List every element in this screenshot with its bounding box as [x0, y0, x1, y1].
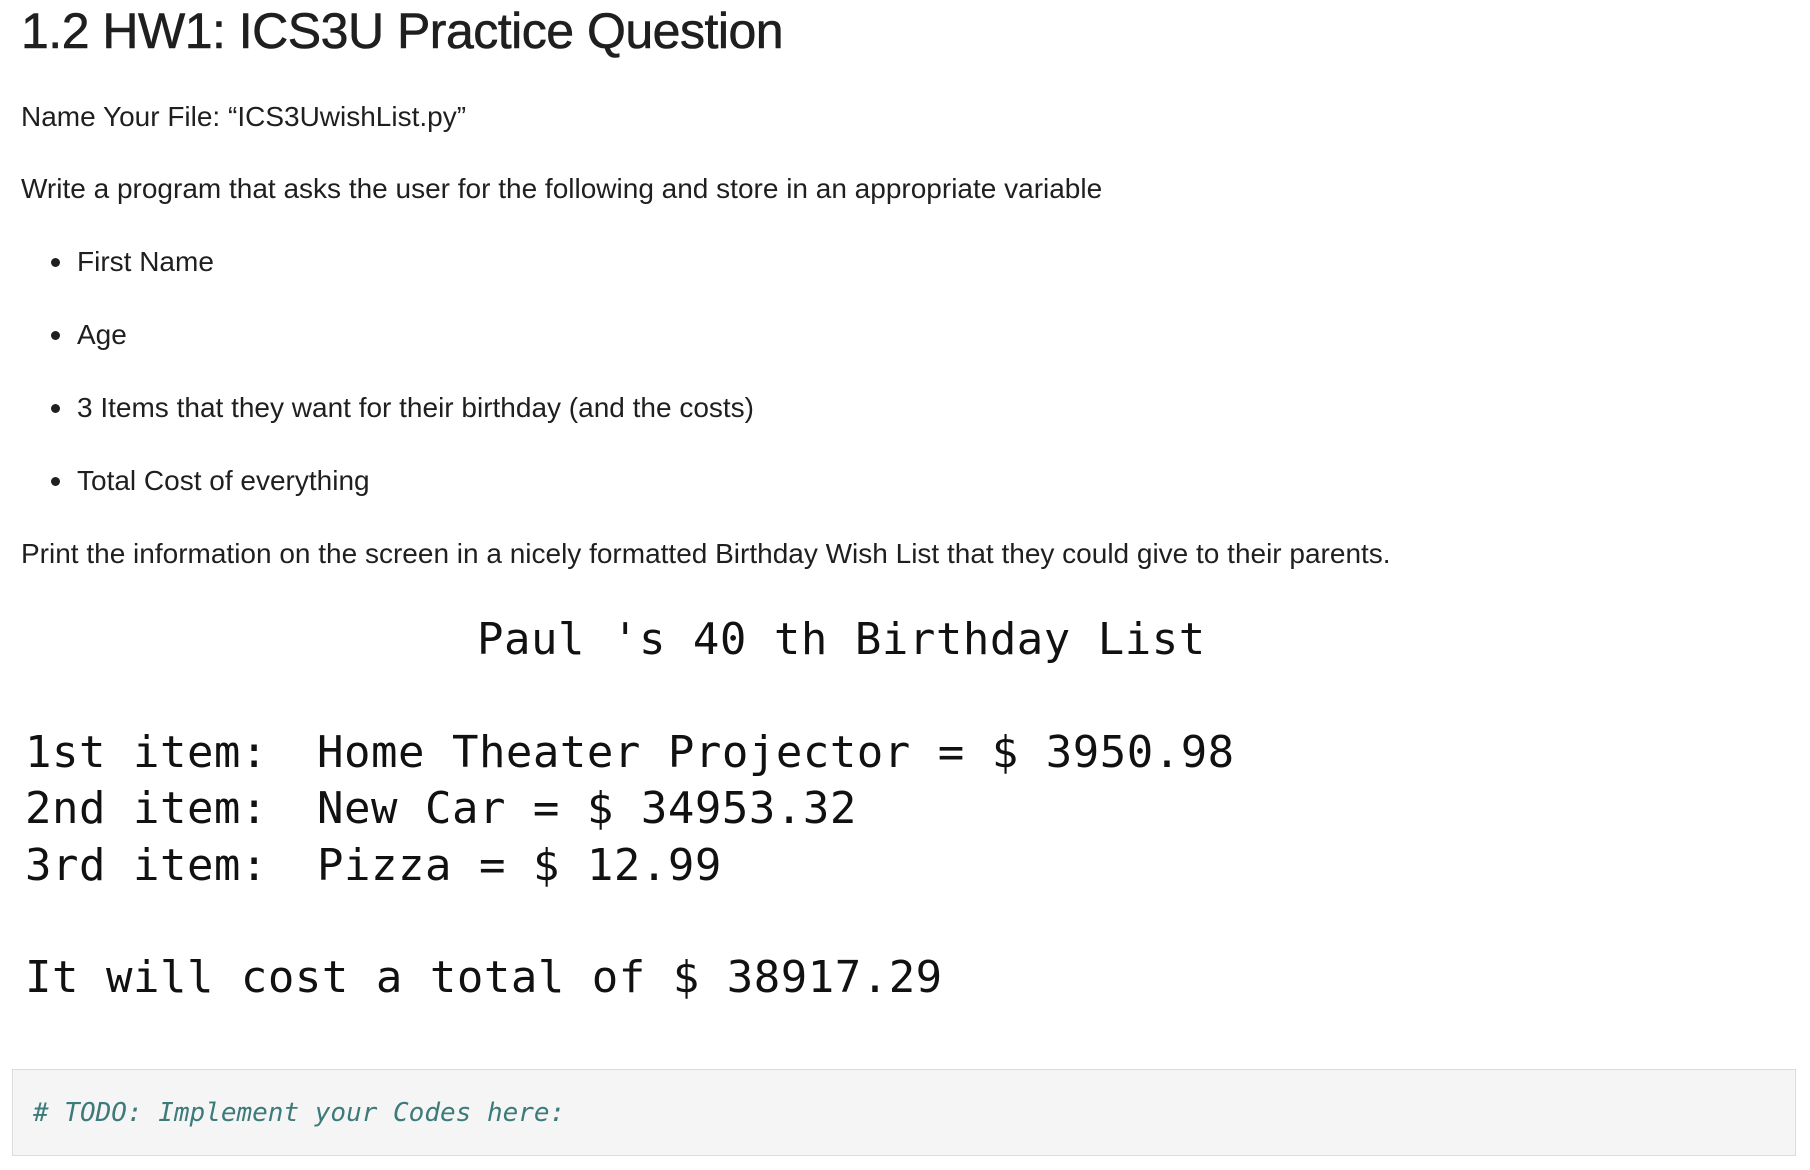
list-item-label: 3 Items that they want for their birthda… — [77, 392, 754, 423]
sample-output-heading: Paul 's 40 th Birthday List — [477, 614, 1206, 665]
list-item-label: Age — [77, 319, 127, 350]
file-name-instruction: Name Your File: “ICS3UwishList.py” — [21, 101, 467, 132]
code-comment: # TODO: Implement your Codes here: — [33, 1098, 566, 1128]
item-label: 3rd item: — [25, 840, 268, 891]
page-title: 1.2 HW1: ICS3U Practice Question — [21, 3, 784, 60]
code-cell-editor[interactable]: # TODO: Implement your Codes here: — [12, 1069, 1796, 1156]
item-value: New Car = $ 34953.32 — [317, 783, 857, 834]
item-label: 1st item: — [25, 727, 268, 778]
item-label: 2nd item: — [25, 783, 268, 834]
list-item-label: First Name — [77, 246, 214, 277]
sample-output-image: Paul 's 40 th Birthday List 1st item: Ho… — [21, 600, 1271, 1020]
bullet-icon — [51, 404, 60, 413]
sample-output-total: It will cost a total of $ 38917.29 — [25, 952, 943, 1003]
sample-output-row: 3rd item: Pizza = $ 12.99 — [25, 840, 721, 1044]
item-value: Pizza = $ 12.99 — [317, 840, 722, 891]
bullet-icon — [51, 331, 60, 340]
item-value: Home Theater Projector = $ 3950.98 — [317, 727, 1235, 778]
list-item-label: Total Cost of everything — [77, 465, 370, 496]
print-instruction: Print the information on the screen in a… — [21, 538, 1391, 569]
intro-paragraph: Write a program that asks the user for t… — [21, 173, 1103, 204]
bullet-icon — [51, 258, 60, 267]
bullet-icon — [51, 477, 60, 486]
